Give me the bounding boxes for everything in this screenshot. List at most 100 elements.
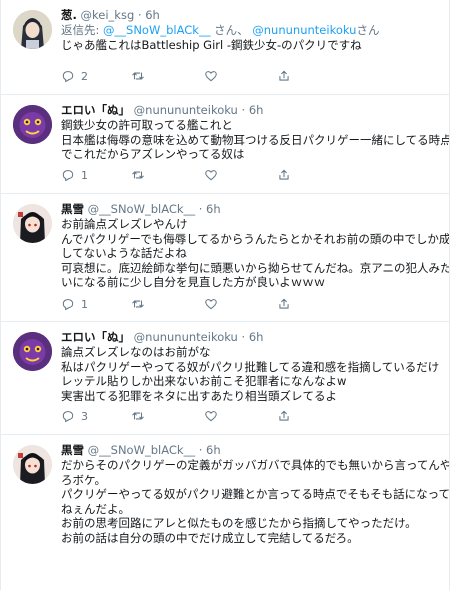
black-hair-girl-avatar-image	[13, 445, 52, 484]
separator-dot: ·	[241, 103, 246, 117]
reply-button[interactable]: 1	[61, 167, 88, 183]
display-name[interactable]: 黒雪	[61, 202, 84, 216]
tweet[interactable]: エロい「ぬ」 @nunununteikoku · 6h 論点ズレズレなのはお前が…	[1, 322, 449, 435]
replying-to: 返信先: @__SNoW_blACk__ さん、 @nunununteikoku…	[61, 23, 443, 38]
tweet-header: エロい「ぬ」 @nunununteikoku · 6h	[61, 330, 443, 345]
retweet-icon	[132, 171, 144, 179]
share-icon	[279, 410, 289, 421]
reply-button[interactable]: 2	[61, 68, 88, 84]
replying-mid: さん、	[210, 23, 253, 37]
tweet-text-line: んでパクリゲーでも侮辱してるからうんたらとかそれお前の頭の中でしか成立	[61, 231, 450, 246]
timestamp[interactable]: 6h	[206, 202, 221, 216]
avatar[interactable]	[13, 204, 52, 243]
tweet-text-line: パクリゲーやってる奴がパクリ避難とか言ってる時点でそもそも話になって	[61, 487, 450, 502]
reply-button[interactable]: 1	[61, 296, 88, 312]
tweet-text-line: 日本艦は侮辱の意味を込めて動物耳つける反日パクリゲー一緒にしてる時点	[61, 132, 450, 147]
anime-girl-avatar-image	[13, 10, 52, 49]
retweet-icon	[132, 72, 144, 80]
tweet-actions: 3	[61, 408, 321, 424]
avatar[interactable]	[13, 105, 52, 144]
share-icon	[279, 169, 289, 180]
separator-dot: ·	[198, 202, 203, 216]
share-button[interactable]	[277, 68, 291, 84]
black-hair-girl-avatar-image	[13, 204, 52, 243]
replying-prefix: 返信先:	[61, 23, 104, 37]
share-button[interactable]	[277, 408, 291, 424]
reply-mention-link[interactable]: @nunununteikoku	[252, 23, 356, 37]
reply-mention-link[interactable]: @__SNoW_blACk__	[103, 23, 210, 37]
heart-icon	[205, 170, 217, 181]
replying-suffix: さん	[356, 23, 380, 37]
reply-count: 1	[81, 168, 88, 182]
tweet-actions: 2	[61, 68, 321, 84]
share-button[interactable]	[277, 167, 291, 183]
tweet-text: 論点ズレズレなのはお前がな 私はパクリゲーやってる奴がパクリ批難してる違和感を指…	[61, 345, 443, 403]
like-button[interactable]	[204, 167, 224, 183]
user-handle[interactable]: @__SNoW_blACk__	[88, 443, 195, 457]
tweet-text-line: いになる前に少し自分を見直した方が良いよｗｗｗ	[61, 275, 326, 290]
heart-icon	[205, 71, 217, 82]
tweet-text: じゃあ艦これはBattleship Girl -鋼鉄少女-のパクリですね	[61, 38, 443, 53]
tweet-content: エロい「ぬ」 @nunununteikoku · 6h 鋼鉄少女の許可取ってる艦…	[61, 103, 450, 162]
display-name[interactable]: エロい「ぬ」	[61, 330, 130, 344]
reply-button[interactable]: 3	[61, 408, 88, 424]
tweet[interactable]: 黒雪 @__SNoW_blACk__ · 6h お前論点ズレズレやんけ んでパク…	[1, 194, 450, 322]
tweet-text-line: 実害出てる犯罪をネタに出すあたり相当頭ズレてるよ	[61, 388, 337, 403]
share-button[interactable]	[277, 296, 291, 312]
reply-icon	[62, 170, 74, 182]
tweet-actions: 1	[61, 296, 321, 312]
reply-count: 2	[81, 69, 88, 83]
avatar[interactable]	[13, 10, 52, 49]
tweet-content: 葱. @kei_ksg · 6h 返信先: @__SNoW_blACk__ さん…	[61, 8, 443, 53]
reply-icon	[62, 299, 74, 311]
retweet-button[interactable]	[131, 68, 151, 84]
tweet-content: 黒雪 @__SNoW_blACk__ · 6h だからそのパクリゲーの定義がガッ…	[61, 443, 450, 546]
timestamp[interactable]: 6h	[206, 443, 221, 457]
tweet-text: お前論点ズレズレやんけ んでパクリゲーでも侮辱してるからうんたらとかそれお前の頭…	[61, 217, 450, 290]
tweet-text-line: 鋼鉄少女の許可取ってる艦これと	[61, 118, 233, 132]
like-button[interactable]	[204, 408, 224, 424]
separator-dot: ·	[241, 330, 246, 344]
tweet-text-line: お前の思考回路にアレと似たものを感じたから指摘してやっただけ。	[61, 516, 417, 531]
tweet-text: 鋼鉄少女の許可取ってる艦これと 日本艦は侮辱の意味を込めて動物耳つける反日パクリ…	[61, 118, 450, 162]
separator-dot: ·	[137, 8, 142, 22]
tweet[interactable]: 黒雪 @__SNoW_blACk__ · 6h だからそのパクリゲーの定義がガッ…	[1, 435, 450, 590]
tweet-text-line: 私はパクリゲーやってる奴がパクリ批難してる違和感を指摘しているだけ	[61, 359, 440, 374]
tweet[interactable]: エロい「ぬ」 @nunununteikoku · 6h 鋼鉄少女の許可取ってる艦…	[1, 95, 450, 194]
tweet-text-line: 論点ズレズレなのはお前がな	[61, 345, 211, 359]
tweet-text-line: だからそのパクリゲーの定義がガッバガバで具体的でも無いから言ってんや	[61, 458, 450, 472]
display-name[interactable]: 葱.	[61, 8, 77, 22]
tweet-text-line: ろボケ。	[61, 472, 106, 487]
tweet-thread: 葱. @kei_ksg · 6h 返信先: @__SNoW_blACk__ さん…	[0, 0, 450, 590]
like-button[interactable]	[204, 68, 224, 84]
retweet-button[interactable]	[131, 167, 151, 183]
display-name[interactable]: エロい「ぬ」	[61, 103, 130, 117]
purple-character-avatar-image	[13, 332, 52, 371]
tweet-content: エロい「ぬ」 @nunununteikoku · 6h 論点ズレズレなのはお前が…	[61, 330, 443, 403]
tweet-text-line: お前の話は自分の頭の中でだけ成立して完結してるだろ。	[61, 530, 359, 545]
purple-character-avatar-image	[13, 105, 52, 144]
retweet-button[interactable]	[131, 296, 151, 312]
tweet-content: 黒雪 @__SNoW_blACk__ · 6h お前論点ズレズレやんけ んでパク…	[61, 202, 450, 290]
tweet-text-line: じゃあ艦これはBattleship Girl -鋼鉄少女-のパクリですね	[61, 38, 362, 52]
tweet-text: だからそのパクリゲーの定義がガッバガバで具体的でも無いから言ってんや ろボケ。 …	[61, 458, 450, 546]
display-name[interactable]: 黒雪	[61, 443, 84, 457]
tweet[interactable]: 葱. @kei_ksg · 6h 返信先: @__SNoW_blACk__ さん…	[1, 0, 449, 95]
like-button[interactable]	[204, 296, 224, 312]
user-handle[interactable]: @kei_ksg	[81, 8, 135, 22]
avatar[interactable]	[13, 332, 52, 371]
timestamp[interactable]: 6h	[145, 8, 160, 22]
retweet-button[interactable]	[131, 408, 151, 424]
avatar[interactable]	[13, 445, 52, 484]
user-handle[interactable]: @__SNoW_blACk__	[88, 202, 195, 216]
user-handle[interactable]: @nunununteikoku	[134, 330, 238, 344]
share-icon	[279, 298, 289, 309]
timestamp[interactable]: 6h	[249, 103, 264, 117]
reply-icon	[62, 71, 74, 83]
timestamp[interactable]: 6h	[249, 330, 264, 344]
heart-icon	[205, 411, 217, 422]
reply-icon	[62, 411, 74, 423]
reply-count: 1	[81, 297, 88, 311]
retweet-icon	[132, 300, 144, 308]
user-handle[interactable]: @nunununteikoku	[134, 103, 238, 117]
